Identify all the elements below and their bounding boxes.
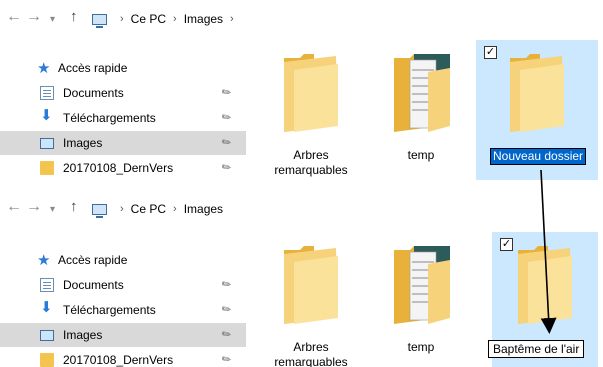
sidebar-item-label: 20170108_DernVers [63,353,174,367]
star-icon: ★ [37,252,51,269]
breadcrumb-separator-icon[interactable]: › [120,203,124,215]
document-icon [40,278,54,292]
pin-icon[interactable]: ✎ [219,352,234,367]
pictures-icon [40,330,54,341]
pictures-location-icon [92,13,107,28]
file-name: temp [407,148,435,162]
rename-textbox[interactable]: Nouveau dossier [490,148,587,165]
sidebar-item-images[interactable]: Images ✎ [0,323,246,347]
breadcrumb-separator-icon[interactable]: › [120,13,124,25]
download-arrow-icon: ⬇ [40,299,53,316]
folder-icon [40,161,54,175]
breadcrumb[interactable]: › Ce PC › Images › [92,10,241,28]
folder-icon [518,246,572,324]
sidebar-item-20170108-dernvers[interactable]: 20170108_DernVers ✎ [0,156,246,180]
sidebar-item-label: Téléchargements [63,303,156,317]
file-tile-arbres[interactable]: Arbres remarquables [256,40,366,180]
sidebar-item-label: Accès rapide [58,253,128,267]
pin-icon[interactable]: ✎ [219,110,234,125]
document-icon [40,86,54,100]
sidebar-item-downloads[interactable]: ⬇ Téléchargements ✎ [0,106,246,130]
pin-icon[interactable]: ✎ [219,135,234,150]
sidebar-item-label: 20170108_DernVers [63,161,174,175]
sidebar-item-20170108-dernvers[interactable]: 20170108_DernVers ✎ [0,348,246,367]
forward-arrow-icon[interactable]: → [26,199,42,215]
checkbox-checked[interactable]: ✓ [484,46,497,59]
up-arrow-icon[interactable]: ↑ [70,9,78,25]
pin-icon[interactable]: ✎ [219,327,234,342]
rename-textbox[interactable]: Baptême de l'air [488,340,585,358]
explorer-window-before: ← → ▾ ↑ › Ce PC › Images › ★ Accès rapid… [0,0,603,180]
navigation-bar: ← → ▾ ↑ › Ce PC › Images › [0,0,603,36]
up-arrow-icon[interactable]: ↑ [70,199,78,215]
forward-arrow-icon[interactable]: → [26,9,42,25]
sidebar-item-label: Documents [63,86,124,100]
download-arrow-icon: ⬇ [40,107,53,124]
breadcrumb-separator-icon[interactable]: › [173,203,177,215]
pictures-icon [40,138,54,149]
file-list: Arbres remarquables temp ✓ [256,40,603,180]
star-icon: ★ [37,60,51,77]
pin-icon[interactable]: ✎ [219,277,234,292]
pin-icon[interactable]: ✎ [219,160,234,175]
recent-locations-chevron-icon[interactable]: ▾ [50,12,55,28]
navigation-bar: ← → ▾ ↑ › Ce PC › Images [0,190,603,226]
file-tile-temp[interactable]: temp [366,40,476,180]
sidebar-item-quick-access[interactable]: ★ Accès rapide [0,56,246,80]
breadcrumb-item-images[interactable]: Images [184,12,223,26]
back-arrow-icon[interactable]: ← [6,199,22,215]
breadcrumb-item-ce-pc[interactable]: Ce PC [131,12,166,26]
sidebar-item-label: Documents [63,278,124,292]
file-name: Arbres remarquables [274,148,348,177]
folder-icon [40,353,54,367]
file-tile-arbres[interactable]: Arbres remarquables [256,232,366,367]
file-tile-temp[interactable]: temp [366,232,476,367]
file-name: temp [407,340,435,354]
breadcrumb-item-images[interactable]: Images [184,202,223,216]
sidebar-item-documents[interactable]: Documents ✎ [0,273,246,297]
checkbox-checked[interactable]: ✓ [500,238,513,251]
back-arrow-icon[interactable]: ← [6,9,22,25]
sidebar-item-label: Accès rapide [58,61,128,75]
sidebar-item-quick-access[interactable]: ★ Accès rapide [0,248,246,272]
folder-with-photo-icon [394,54,450,132]
breadcrumb[interactable]: › Ce PC › Images [92,200,223,218]
sidebar-item-downloads[interactable]: ⬇ Téléchargements ✎ [0,298,246,322]
breadcrumb-separator-icon[interactable]: › [173,13,177,25]
sidebar-item-label: Images [63,328,103,342]
pin-icon[interactable]: ✎ [219,85,234,100]
pin-icon[interactable]: ✎ [219,302,234,317]
breadcrumb-separator-icon[interactable]: › [230,13,234,25]
breadcrumb-item-ce-pc[interactable]: Ce PC [131,202,166,216]
sidebar-item-label: Images [63,136,103,150]
sidebar-item-label: Téléchargements [63,111,156,125]
folder-icon [510,54,564,132]
folder-icon [284,54,338,132]
file-list: Arbres remarquables temp ✓ [256,232,603,367]
sidebar-item-documents[interactable]: Documents ✎ [0,81,246,105]
file-name: Arbres remarquables [274,340,348,367]
folder-icon [284,246,338,324]
explorer-window-after: ← → ▾ ↑ › Ce PC › Images ★ Accès rapide … [0,190,603,367]
folder-with-photo-icon [394,246,450,324]
sidebar-item-images[interactable]: Images ✎ [0,131,246,155]
pictures-location-icon [92,203,107,218]
recent-locations-chevron-icon[interactable]: ▾ [50,202,55,218]
